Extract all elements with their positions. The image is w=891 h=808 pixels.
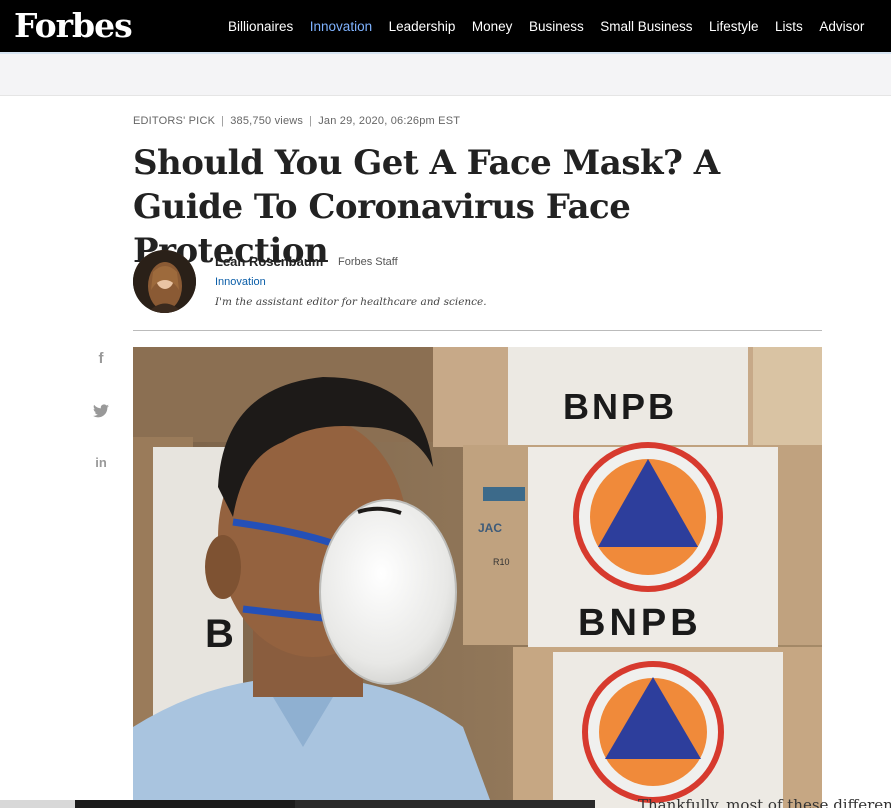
box-label: R10 xyxy=(493,557,510,567)
box-label: B xyxy=(205,612,234,656)
bottom-strip-segment xyxy=(295,800,595,808)
forbes-logo[interactable]: Forbes xyxy=(14,4,133,48)
author-bio: I'm the assistant editor for healthcare … xyxy=(215,296,487,308)
author-category-link[interactable]: Innovation xyxy=(215,276,266,288)
hero-photo-illustration: BNPB BNPB JAC R10 B xyxy=(133,347,822,808)
main-nav: Billionaires Innovation Leadership Money… xyxy=(228,0,881,52)
facebook-share-icon[interactable]: f xyxy=(92,350,110,368)
nav-lifestyle[interactable]: Lifestyle xyxy=(709,19,759,34)
publish-date: Jan 29, 2020, 06:26pm EST xyxy=(318,115,461,127)
author-avatar[interactable] xyxy=(133,250,196,313)
linkedin-share-icon[interactable]: in xyxy=(92,454,110,472)
editors-pick-label[interactable]: EDITORS' PICK xyxy=(133,115,215,127)
nav-small-business[interactable]: Small Business xyxy=(600,19,692,34)
bottom-strip-segment xyxy=(75,800,295,808)
nav-lists[interactable]: Lists xyxy=(775,19,803,34)
nav-business[interactable]: Business xyxy=(529,19,584,34)
author-photo xyxy=(133,250,196,313)
box-label: BNPB xyxy=(563,386,677,427)
article-meta: EDITORS' PICK | 385,750 views | Jan 29, 2020… xyxy=(133,115,460,127)
author-role: Forbes Staff xyxy=(338,256,398,268)
box-label: JAC xyxy=(478,521,502,535)
meta-separator: | xyxy=(309,115,313,127)
author-name[interactable]: Leah Rosenbaum xyxy=(215,254,323,269)
twitter-bird-icon xyxy=(93,404,109,418)
box-label: BNPB xyxy=(578,602,702,644)
nav-innovation[interactable]: Innovation xyxy=(310,19,372,34)
bottom-strip-segment xyxy=(0,800,75,808)
nav-money[interactable]: Money xyxy=(472,19,513,34)
ad-banner-bar xyxy=(0,52,891,96)
meta-separator: | xyxy=(221,115,225,127)
view-count: 385,750 views xyxy=(230,115,304,127)
twitter-share-icon[interactable] xyxy=(92,402,110,420)
nav-billionaires[interactable]: Billionaires xyxy=(228,19,293,34)
nav-advisor[interactable]: Advisor xyxy=(819,19,864,34)
top-nav: Forbes Billionaires Innovation Leadershi… xyxy=(0,0,891,52)
nav-leadership[interactable]: Leadership xyxy=(389,19,456,34)
author-divider xyxy=(133,330,822,331)
article-body-preview: Thankfully, most of these differences xyxy=(638,798,891,808)
hero-image: BNPB BNPB JAC R10 B xyxy=(133,347,822,808)
